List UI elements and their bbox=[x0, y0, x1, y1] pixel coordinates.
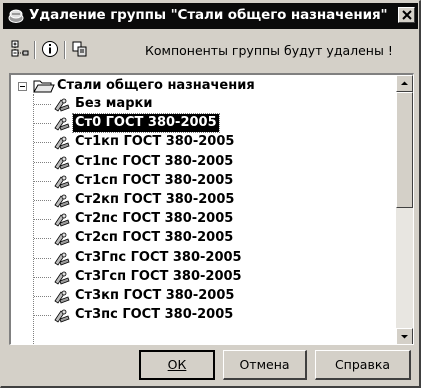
tree-item-label: Ст2сп ГОСТ 380-2005 bbox=[75, 230, 234, 245]
vertical-scrollbar[interactable] bbox=[396, 75, 413, 344]
tree-connector bbox=[34, 315, 51, 316]
delete-group-dialog: Удаление группы "Стали общего назначения… bbox=[0, 0, 421, 388]
tree-item[interactable]: Ст3кп ГОСТ 380-2005 bbox=[53, 287, 383, 306]
help-button-label: Справка bbox=[334, 357, 391, 372]
components-tree[interactable]: Стали общего назначения Без марки Ст0 ГОС… bbox=[9, 73, 414, 345]
toolbar-separator bbox=[64, 41, 66, 59]
tree-connector bbox=[34, 104, 51, 105]
steel-grade-icon bbox=[54, 232, 70, 246]
tree-item[interactable]: Ст1кп ГОСТ 380-2005 bbox=[53, 133, 383, 152]
tree-item-label: Ст3Гсп ГОСТ 380-2005 bbox=[75, 269, 242, 284]
scroll-thumb[interactable] bbox=[396, 92, 413, 208]
toolbar-separator bbox=[34, 41, 36, 59]
tree-item-label: Ст1кп ГОСТ 380-2005 bbox=[75, 134, 235, 149]
steel-grade-icon bbox=[54, 309, 70, 323]
tree-connector bbox=[34, 296, 51, 297]
close-icon bbox=[402, 10, 412, 20]
steel-grade-icon bbox=[54, 252, 70, 266]
title-bar[interactable]: Удаление группы "Стали общего назначения… bbox=[3, 3, 418, 29]
tree-root-label[interactable]: Стали общего назначения bbox=[57, 78, 255, 93]
info-icon[interactable] bbox=[41, 40, 59, 58]
tree-item-label: Ст3Гпс ГОСТ 380-2005 bbox=[75, 250, 242, 265]
tree-item[interactable]: Ст3Гпс ГОСТ 380-2005 bbox=[53, 249, 383, 268]
tree-item-label: Ст1пс ГОСТ 380-2005 bbox=[75, 154, 234, 169]
steel-grade-icon bbox=[54, 136, 70, 150]
tree-item-label: Ст0 ГОСТ 380-2005 bbox=[72, 113, 220, 133]
dialog-title: Удаление группы "Стали общего назначения… bbox=[29, 7, 388, 23]
steel-grade-icon bbox=[54, 117, 70, 131]
app-icon bbox=[8, 9, 24, 23]
tree-item-label: Ст3пс ГОСТ 380-2005 bbox=[75, 307, 234, 322]
toolbar-message: Компоненты группы будут удалены ! bbox=[145, 43, 393, 58]
tree-item[interactable]: Ст3пс ГОСТ 380-2005 bbox=[53, 306, 383, 325]
ok-button[interactable]: ОК bbox=[139, 350, 215, 380]
steel-grade-icon bbox=[54, 194, 70, 208]
steel-grade-icon bbox=[54, 271, 70, 285]
steel-grade-icon bbox=[54, 213, 70, 227]
scroll-down-button[interactable] bbox=[396, 328, 413, 344]
tree-connector bbox=[34, 258, 51, 259]
copy-icon[interactable] bbox=[71, 40, 89, 58]
tree-item[interactable]: Ст0 ГОСТ 380-2005 bbox=[53, 113, 383, 133]
arrow-down-icon bbox=[401, 335, 408, 339]
close-button[interactable] bbox=[398, 7, 415, 23]
cancel-button-label: Отмена bbox=[239, 357, 290, 372]
tree-item[interactable]: Без марки bbox=[53, 95, 383, 114]
tree-item[interactable]: Ст1пс ГОСТ 380-2005 bbox=[53, 153, 383, 172]
tree-item-label: Ст3кп ГОСТ 380-2005 bbox=[75, 288, 235, 303]
tree-connector bbox=[34, 277, 51, 278]
help-button[interactable]: Справка bbox=[315, 350, 411, 380]
ok-button-label: ОК bbox=[167, 357, 187, 372]
tree-connector bbox=[34, 200, 51, 201]
steel-grade-icon bbox=[54, 98, 70, 112]
toolbar: Компоненты группы будут удалены ! bbox=[3, 31, 418, 65]
scroll-up-button[interactable] bbox=[396, 75, 413, 92]
tree-connector bbox=[34, 238, 51, 239]
tree-connector bbox=[34, 123, 51, 124]
steel-grade-icon bbox=[54, 290, 70, 304]
steel-grade-icon bbox=[54, 156, 70, 170]
tree-expand-icon[interactable] bbox=[11, 40, 29, 58]
steel-grade-icon bbox=[54, 175, 70, 189]
folder-open-icon bbox=[33, 80, 55, 93]
tree-connector bbox=[34, 219, 51, 220]
tree-item-label: Ст1сп ГОСТ 380-2005 bbox=[75, 173, 234, 188]
tree-connector bbox=[34, 181, 51, 182]
tree-item[interactable]: Ст2сп ГОСТ 380-2005 bbox=[53, 229, 383, 248]
tree-item-label: Ст2пс ГОСТ 380-2005 bbox=[75, 211, 234, 226]
tree-item[interactable]: Ст1сп ГОСТ 380-2005 bbox=[53, 172, 383, 191]
tree-connector bbox=[34, 162, 51, 163]
tree-item-label: Ст2кп ГОСТ 380-2005 bbox=[75, 192, 235, 207]
cancel-button[interactable]: Отмена bbox=[223, 350, 307, 380]
arrow-up-icon bbox=[401, 81, 408, 85]
tree-view[interactable]: Стали общего назначения Без марки Ст0 ГОС… bbox=[11, 75, 396, 344]
tree-item[interactable]: Ст2кп ГОСТ 380-2005 bbox=[53, 191, 383, 210]
tree-connector bbox=[34, 142, 51, 143]
tree-item[interactable]: Ст3Гсп ГОСТ 380-2005 bbox=[53, 268, 383, 287]
tree-item[interactable]: Ст2пс ГОСТ 380-2005 bbox=[53, 210, 383, 229]
collapse-toggle[interactable] bbox=[18, 82, 27, 91]
tree-item-label: Без марки bbox=[75, 96, 153, 111]
